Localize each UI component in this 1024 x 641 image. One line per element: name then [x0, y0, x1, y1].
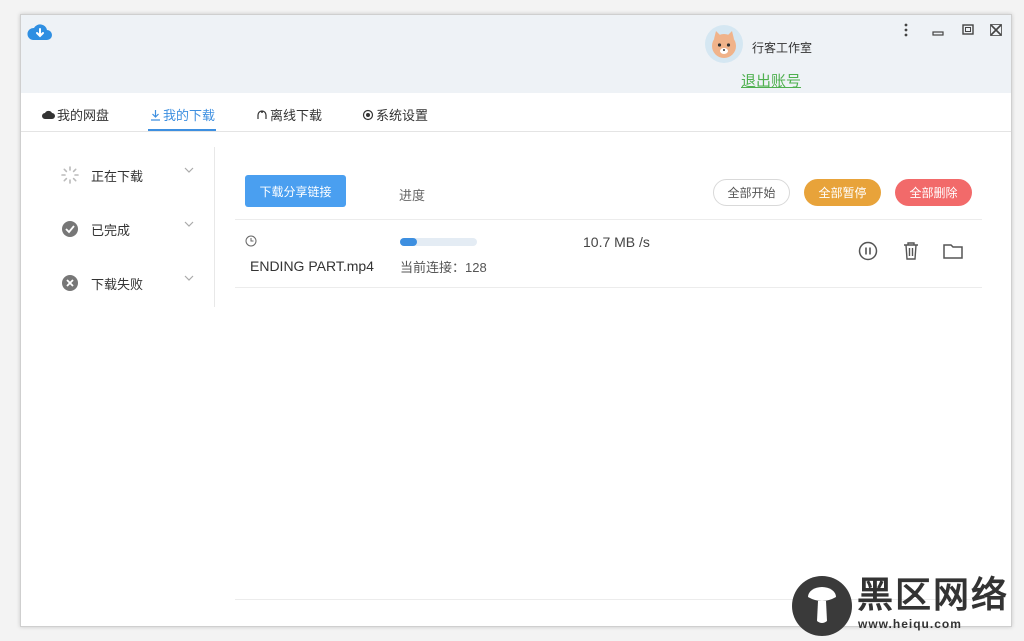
tab-label: 我的下载	[163, 108, 216, 123]
logout-link[interactable]: 退出账号	[741, 70, 801, 91]
check-circle-icon	[62, 221, 78, 237]
username: 行客工作室	[752, 41, 813, 55]
tab-label: 我的网盘	[57, 108, 110, 123]
sidebar-item-failed[interactable]: 下载失败	[61, 272, 221, 294]
tab-label: 系统设置	[376, 108, 429, 123]
app-window: 行客工作室 退出账号 我的网盘 我的下载 离线下载 系统设置 正在下载 已完成 …	[20, 14, 1012, 627]
progress-bar-fill	[400, 238, 417, 246]
trash-icon[interactable]	[900, 240, 922, 262]
avatar[interactable]	[705, 25, 743, 63]
title-bar: 行客工作室 退出账号	[21, 15, 1011, 93]
download-share-link-button[interactable]: 下载分享链接	[245, 175, 346, 207]
download-icon	[151, 109, 160, 121]
sidebar-divider	[214, 147, 215, 307]
progress-bar	[400, 238, 477, 246]
file-name: ENDING PART.mp4	[250, 258, 374, 274]
spinner-icon	[61, 166, 79, 184]
x-circle-icon	[62, 275, 78, 291]
sidebar-item-label: 下载失败	[91, 276, 144, 292]
tab-my-cloud[interactable]: 我的网盘	[42, 105, 109, 124]
cloud-download-logo-icon	[27, 24, 52, 40]
watermark-url: www.heiqu.com	[858, 617, 962, 631]
minimize-icon[interactable]	[932, 23, 944, 40]
offline-icon	[257, 109, 267, 119]
progress-column-header: 进度	[399, 188, 426, 203]
toolbar-divider	[235, 219, 982, 220]
pause-all-button[interactable]: 全部暂停	[804, 179, 881, 206]
delete-all-button[interactable]: 全部删除	[895, 179, 972, 206]
tab-system-settings[interactable]: 系统设置	[362, 105, 428, 124]
cloud-icon	[42, 110, 55, 119]
main-tabs: 我的网盘 我的下载 离线下载 系统设置	[21, 93, 1011, 132]
sidebar-item-label: 已完成	[91, 222, 131, 238]
sidebar-item-label: 正在下载	[91, 168, 144, 184]
avatar-cat-icon	[712, 31, 736, 58]
chevron-down-icon	[184, 167, 194, 173]
watermark-text: 黑区网络	[857, 574, 1010, 615]
settings-icon	[362, 109, 374, 120]
tab-offline-download[interactable]: 离线下载	[256, 105, 322, 124]
sidebar-item-completed[interactable]: 已完成	[61, 218, 221, 240]
row-divider	[235, 287, 982, 288]
clock-icon	[245, 235, 257, 247]
sidebar-item-downloading[interactable]: 正在下载	[61, 164, 221, 186]
folder-icon[interactable]	[942, 240, 964, 262]
chevron-down-icon	[184, 275, 194, 281]
restore-icon[interactable]	[962, 23, 974, 40]
pause-icon[interactable]	[857, 240, 879, 262]
close-icon[interactable]	[990, 23, 1002, 40]
tab-label: 离线下载	[270, 108, 323, 123]
chevron-down-icon	[184, 221, 194, 227]
connection-count: 当前连接：128	[400, 260, 487, 275]
start-all-button[interactable]: 全部开始	[713, 179, 790, 206]
tab-my-downloads[interactable]: 我的下载	[150, 105, 215, 124]
more-icon[interactable]	[903, 23, 909, 40]
active-tab-indicator	[148, 129, 216, 131]
download-speed: 10.7 MB /s	[583, 234, 650, 250]
